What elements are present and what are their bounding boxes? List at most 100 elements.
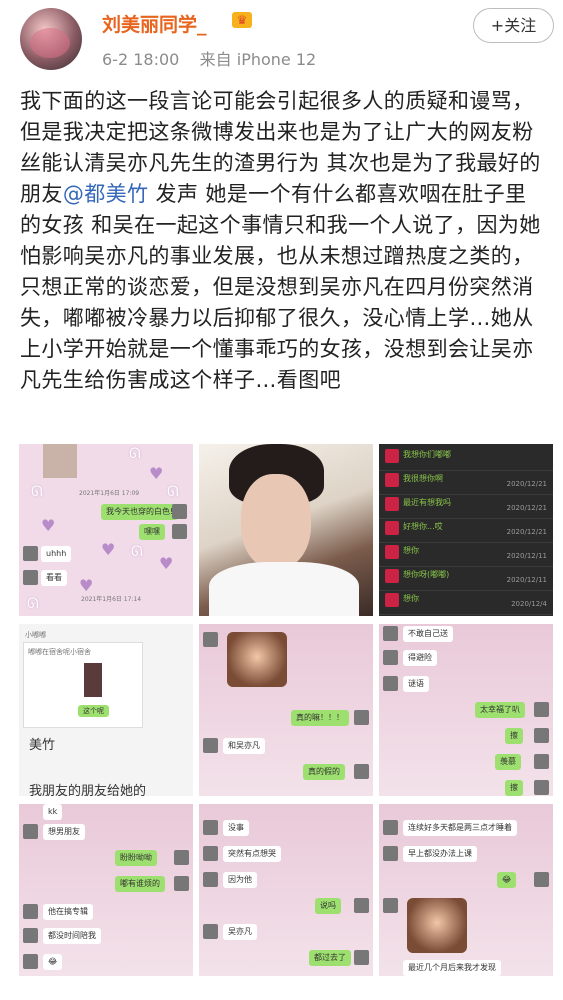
heart-icon: ♥ (159, 554, 174, 573)
heart-icon: ♥ (101, 540, 116, 559)
message-row: 想你 2020/12/4 (379, 588, 553, 615)
chat-avatar (203, 820, 218, 835)
chat-avatar (385, 449, 399, 463)
chat-avatar (383, 820, 398, 835)
chat-avatar (172, 524, 187, 539)
image-1[interactable]: ♥ ᘏ ᘏ ᘏ 2021年1月6日 17:09 我今天也穿的白色! ♥ 嘿嘿 ♥… (19, 444, 193, 616)
chat-bubble: 想男朋友 (43, 824, 85, 840)
heart-icon: ♥ (79, 576, 94, 595)
image-2[interactable] (199, 444, 373, 616)
chat-bubble: kk (43, 804, 63, 820)
mention-link[interactable]: @都美竹 (63, 182, 149, 206)
message-row: 最近有想我吗 2020/12/21 (379, 492, 553, 519)
image-grid: ♥ ᘏ ᘏ ᘏ 2021年1月6日 17:09 我今天也穿的白色! ♥ 嘿嘿 ♥… (19, 444, 553, 979)
chat-bubble: 他在搞专辑 (43, 904, 93, 920)
chat-avatar (385, 521, 399, 535)
chat-avatar (385, 497, 399, 511)
bunny-icon: ᘏ (129, 446, 141, 462)
bunny-icon: ᘏ (27, 596, 39, 612)
chat-avatar (203, 846, 218, 861)
chat-bubble: 连续好多天都是两三点才睡着 (403, 820, 517, 836)
chat-bubble: 擦 (505, 780, 523, 796)
message-row: 我很想你啊 2020/12/21 (379, 468, 553, 495)
bunny-icon: ᘏ (167, 484, 179, 500)
bunny-icon: ᘏ (31, 484, 43, 500)
chat-avatar (203, 632, 218, 647)
post-header: 刘美丽同学_ ♛ 6-2 18:00 来自 iPhone 12 +关注 (0, 0, 563, 80)
chat-avatar (23, 570, 38, 585)
chat-avatar (385, 569, 399, 583)
chat-bubble: 嘿嘿 (139, 524, 165, 540)
chat-bubble: 说吗 (315, 898, 341, 914)
chat-avatar (172, 504, 187, 519)
image-6[interactable]: 不敢自己送 得避险 谜语 太幸福了叭 擦 羡慕 擦 (379, 624, 553, 796)
chat-bubble: 😂 (497, 872, 517, 888)
message-row: 好想你...哎 2020/12/21 (379, 516, 553, 543)
image-7[interactable]: kk 想男朋友 盼盼呦呦 嘟有谁烦的 他在搞专辑 都没时间陪我 😂 (19, 804, 193, 976)
chat-avatar (534, 754, 549, 769)
chat-avatar (385, 545, 399, 559)
photo-face (241, 474, 311, 569)
image-3[interactable]: 我想你们嘟嘟 我很想你啊 2020/12/21 最近有想我吗 2020/12/21 … (379, 444, 553, 616)
chat-avatar (23, 824, 38, 839)
chat-avatar (534, 728, 549, 743)
chat-avatar (23, 546, 38, 561)
username[interactable]: 刘美丽同学_ (102, 10, 207, 37)
chat-bubble: 和吴亦凡 (223, 738, 265, 754)
chat-avatar (383, 898, 398, 913)
emoji-bubble: 😂 (43, 954, 63, 970)
card-photo (84, 663, 102, 697)
message-row: 想你 2020/12/11 (379, 540, 553, 567)
image-8[interactable]: 没事 突然有点想哭 因为他 说吗 吴亦凡 都过去了 (199, 804, 373, 976)
chat-bubble: 得避险 (403, 650, 437, 666)
chat-timestamp: 2021年1月6日 17:09 (79, 490, 140, 497)
chat-avatar (23, 928, 38, 943)
crown-icon: ♛ (232, 12, 252, 28)
chat-avatar (534, 872, 549, 887)
chat-bubble: 真的嘛！！！ (291, 710, 349, 726)
avatar[interactable] (20, 8, 82, 70)
chat-avatar (385, 473, 399, 487)
chat-avatar (203, 924, 218, 939)
chat-bubble: 嘟有谁烦的 (115, 876, 165, 892)
post-text-part2: 发声 她是一个有什么都喜欢咽在肚子里的女孩 和吴在一起这个事情只和我一个人说了，… (20, 182, 541, 392)
chat-bubble: 我今天也穿的白色! (101, 504, 179, 520)
image-9[interactable]: 连续好多天都是两三点才睡着 早上都没办法上课 😂 最近几个月后来我才发现 (379, 804, 553, 976)
chat-avatar (174, 850, 189, 865)
message-row: 我想你们嘟嘟 (379, 444, 553, 471)
image-5[interactable]: 真的嘛！！！ 和吴亦凡 真的假的 (199, 624, 373, 796)
chat-avatar (534, 702, 549, 717)
chat-avatar (23, 954, 38, 969)
chat-bubble: 早上都没办法上课 (403, 846, 477, 862)
chat-bubble: 吴亦凡 (223, 924, 257, 940)
chat-bubble: 盼盼呦呦 (115, 850, 157, 866)
chat-avatar (383, 626, 398, 641)
follow-button[interactable]: +关注 (473, 8, 554, 43)
post-source: 来自 iPhone 12 (199, 50, 317, 69)
chat-bubble: 太幸福了叭 (475, 702, 525, 718)
chat-avatar (354, 950, 369, 965)
chat-avatar (203, 872, 218, 887)
chat-photo-thumbnail (43, 444, 77, 478)
chat-avatar (385, 593, 399, 607)
caption-text: 我朋友的朋友给她的 (29, 784, 147, 796)
chat-bubble: 因为他 (223, 872, 257, 888)
sticker-image (227, 632, 287, 687)
chat-bubble: 谜语 (403, 676, 429, 692)
contact-name: 美竹 (29, 738, 56, 753)
chat-bubble: 都没时间陪我 (43, 928, 101, 944)
chat-bubble: 羡慕 (495, 754, 521, 770)
chat-avatar (383, 846, 398, 861)
forwarded-card: 嘟嘟在宿舍呢小宿舍 这个呢 (23, 642, 143, 728)
image-4[interactable]: 小嘟嘟 嘟嘟在宿舍呢小宿舍 这个呢 美竹 我朋友的朋友给她的 (19, 624, 193, 796)
chat-avatar (203, 738, 218, 753)
photo-shirt (209, 562, 359, 616)
chat-avatar (383, 676, 398, 691)
message-row: 想你呀(嘟嘟) 2020/12/11 (379, 564, 553, 591)
post-meta: 6-2 18:00 来自 iPhone 12 (102, 46, 316, 70)
chat-avatar (383, 650, 398, 665)
post-time: 6-2 18:00 (102, 50, 180, 69)
bunny-icon: ᘏ (131, 544, 143, 560)
chat-avatar (174, 876, 189, 891)
chat-avatar (354, 898, 369, 913)
